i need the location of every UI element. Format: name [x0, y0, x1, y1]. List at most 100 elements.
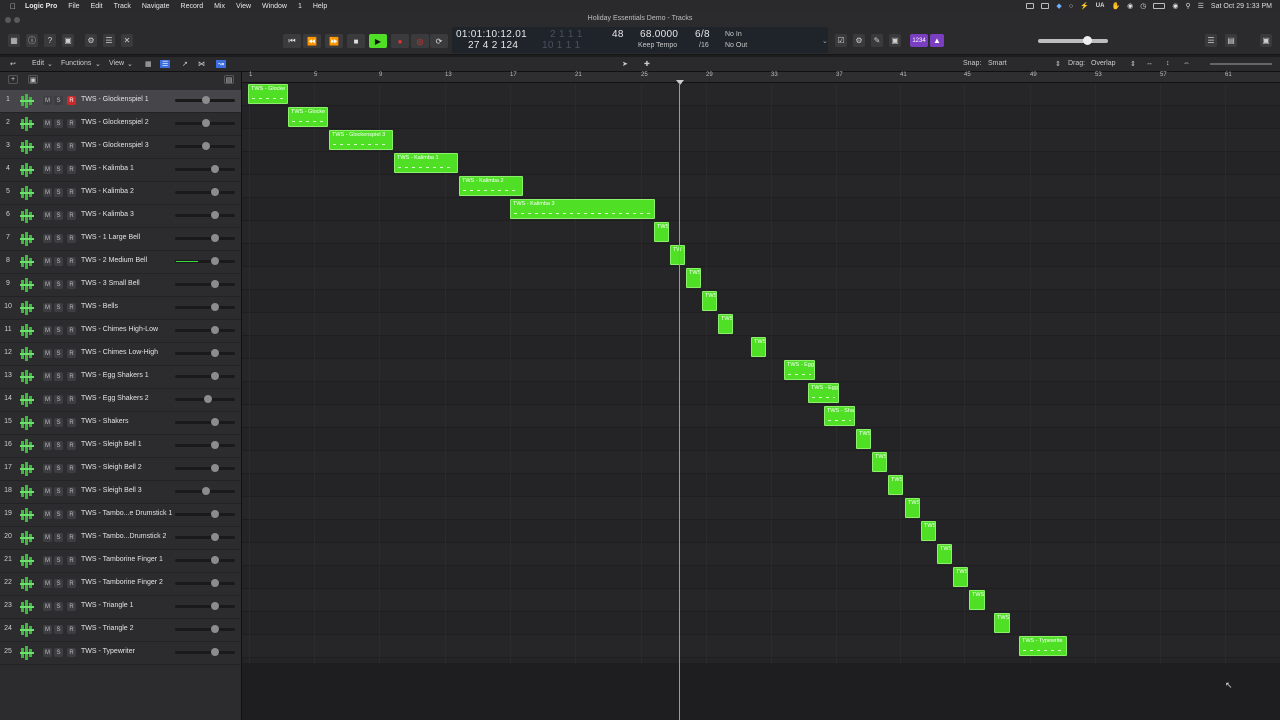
track-lane[interactable] [242, 267, 1280, 290]
track-lane[interactable] [242, 198, 1280, 221]
record-enable-button[interactable]: R [67, 349, 76, 358]
volume-fader-knob[interactable] [211, 533, 219, 541]
solo-button[interactable]: S [54, 326, 63, 335]
menu-one[interactable]: 1 [298, 3, 302, 10]
inspector-button[interactable]: ⓘ [26, 34, 38, 47]
track-name[interactable]: TWS - Egg Shakers 1 [81, 372, 149, 379]
mute-button[interactable]: M [43, 96, 52, 105]
track-header[interactable]: 17 M S R TWS - Sleigh Bell 2 [0, 458, 241, 481]
track-name[interactable]: TWS - 3 Small Bell [81, 280, 140, 287]
midi-region[interactable]: TWS - Glockenspiel 3 [329, 130, 393, 150]
solo-button[interactable]: S [54, 487, 63, 496]
record-icon[interactable]: ◉ [1127, 2, 1133, 10]
track-name[interactable]: TWS - Sleigh Bell 1 [81, 441, 142, 448]
track-header[interactable]: 19 M S R TWS - Tambo...e Drumstick 1 [0, 504, 241, 527]
menu-help[interactable]: Help [313, 3, 327, 10]
master-volume-knob[interactable] [1083, 36, 1092, 45]
track-name[interactable]: TWS - Glockenspiel 2 [81, 119, 149, 126]
record-enable-button[interactable]: R [67, 510, 76, 519]
track-lane[interactable] [242, 589, 1280, 612]
instrument-icon[interactable] [20, 623, 35, 637]
zoom-horizontal-icon[interactable]: ↔ [1146, 60, 1153, 67]
solo-button[interactable]: S [54, 441, 63, 450]
track-name[interactable]: TWS - Chimes High-Low [81, 326, 158, 333]
midi-region[interactable]: TWS - Typewrite [1019, 636, 1067, 656]
mute-button[interactable]: M [43, 326, 52, 335]
midi-region[interactable]: TWS [888, 475, 903, 495]
midi-region[interactable]: TWS - Kalimba 3 [510, 199, 655, 219]
instrument-icon[interactable] [20, 232, 35, 246]
smart-controls-button[interactable]: ⚙ [85, 34, 97, 47]
track-name[interactable]: TWS - Kalimba 3 [81, 211, 134, 218]
volume-fader-knob[interactable] [211, 234, 219, 242]
mixer-button[interactable]: ☰ [103, 34, 115, 47]
track-lane[interactable] [242, 451, 1280, 474]
record-enable-button[interactable]: R [67, 119, 76, 128]
menu-record[interactable]: Record [181, 3, 204, 10]
zoom-vertical-icon[interactable]: ⇔ [1183, 60, 1190, 67]
instrument-icon[interactable] [20, 416, 35, 430]
track-header[interactable]: 20 M S R TWS - Tambo...Drumstick 2 [0, 527, 241, 550]
track-header[interactable]: 3 M S R TWS - Glockenspiel 3 [0, 136, 241, 159]
solo-button[interactable]: S [54, 579, 63, 588]
track-lane[interactable] [242, 313, 1280, 336]
track-lane[interactable] [242, 405, 1280, 428]
mute-button[interactable]: M [43, 280, 52, 289]
drag-select[interactable]: Overlap [1091, 60, 1116, 67]
solo-button[interactable]: S [54, 165, 63, 174]
volume-fader-knob[interactable] [211, 211, 219, 219]
volume-fader[interactable] [175, 142, 235, 150]
mute-button[interactable]: M [43, 418, 52, 427]
volume-fader[interactable] [175, 579, 235, 587]
track-name[interactable]: TWS - Glockenspiel 3 [81, 142, 149, 149]
midi-region[interactable]: TWS [686, 268, 701, 288]
search-icon[interactable]: ⚲ [1185, 2, 1190, 10]
solo-button[interactable]: S [54, 142, 63, 151]
go-to-beginning-button[interactable]: ⏮ [283, 34, 301, 48]
menu-view[interactable]: View [236, 3, 251, 10]
solo-button[interactable]: S [54, 280, 63, 289]
mute-button[interactable]: M [43, 487, 52, 496]
mute-button[interactable]: M [43, 165, 52, 174]
instrument-icon[interactable] [20, 186, 35, 200]
solo-button[interactable]: S [54, 418, 63, 427]
track-lane[interactable] [242, 428, 1280, 451]
playhead-handle[interactable] [676, 80, 684, 85]
volume-fader[interactable] [175, 487, 235, 495]
track-name[interactable]: TWS - Shakers [81, 418, 128, 425]
solo-button[interactable]: S [54, 510, 63, 519]
mute-button[interactable]: M [43, 602, 52, 611]
track-header[interactable]: 24 M S R TWS - Triangle 2 [0, 619, 241, 642]
midi-region[interactable]: TWS [905, 498, 920, 518]
track-lane[interactable] [242, 497, 1280, 520]
volume-fader[interactable] [175, 441, 235, 449]
track-lane[interactable] [242, 520, 1280, 543]
catch-icon[interactable]: ↝ [216, 60, 226, 68]
screen-icon[interactable] [1026, 3, 1035, 9]
track-name[interactable]: TWS - Glockenspiel 1 [81, 96, 149, 103]
midi-region[interactable]: TWS - Egg [784, 360, 815, 380]
list-view-icon[interactable]: ☰ [160, 60, 171, 68]
menu-window[interactable]: Window [262, 3, 287, 10]
record-enable-button[interactable]: R [67, 96, 76, 105]
menu-track[interactable]: Track [114, 3, 131, 10]
mute-button[interactable]: M [43, 533, 52, 542]
track-header[interactable]: 15 M S R TWS - Shakers [0, 412, 241, 435]
clock[interactable]: Sat Oct 29 1:33 PM [1211, 3, 1272, 10]
mute-button[interactable]: M [43, 349, 52, 358]
browser-button[interactable]: ▣ [1260, 34, 1272, 47]
note-pad-button[interactable]: ☰ [1205, 34, 1217, 47]
count-in-button[interactable]: 1234 [910, 34, 928, 47]
volume-fader-knob[interactable] [211, 372, 219, 380]
solo-button[interactable]: S [54, 349, 63, 358]
track-header[interactable]: 2 M S R TWS - Glockenspiel 2 [0, 113, 241, 136]
mute-button[interactable]: M [43, 625, 52, 634]
record-enable-button[interactable]: R [67, 372, 76, 381]
midi-region[interactable]: TWS - Egg [808, 383, 839, 403]
track-name[interactable]: TWS - Sleigh Bell 3 [81, 487, 142, 494]
track-name[interactable]: TWS - Typewriter [81, 648, 135, 655]
midi-region[interactable]: TWS [718, 314, 733, 334]
track-name[interactable]: TWS - Tamborine Finger 1 [81, 556, 163, 563]
midi-region[interactable]: TWS [751, 337, 766, 357]
instrument-icon[interactable] [20, 439, 35, 453]
